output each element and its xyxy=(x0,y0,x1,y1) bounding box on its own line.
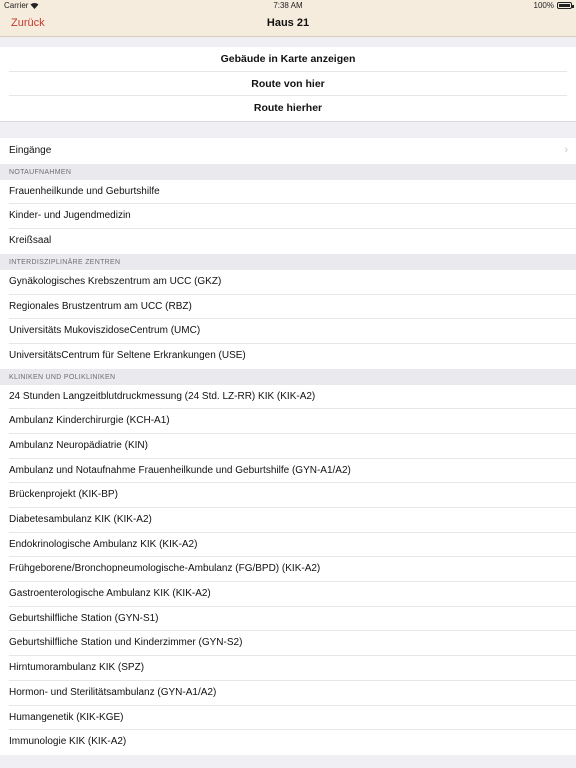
section-header: NOTAUFNAHMEN xyxy=(0,163,576,180)
entrances-label: Eingänge xyxy=(9,144,52,156)
list-item[interactable]: Kinder- und Jugendmedizin xyxy=(0,204,576,230)
list-item[interactable]: Hormon- und Sterilitätsambulanz (GYN-A1/… xyxy=(0,680,576,706)
chevron-right-icon: › xyxy=(564,143,568,156)
list-item[interactable]: Kreißsaal xyxy=(0,229,576,254)
list-item[interactable]: 24 Stunden Langzeitblutdruckmessung (24 … xyxy=(0,384,576,410)
battery-percent: 100% xyxy=(533,1,554,10)
list-item[interactable]: Immunologie KIK (KIK-A2) xyxy=(0,730,576,755)
section-header: KLINIKEN UND POLIKLINIKEN xyxy=(0,368,576,385)
content-scroll[interactable]: Gebäude in Karte anzeigen Route von hier R… xyxy=(0,37,576,768)
list-item[interactable]: Hirntumorambulanz KIK (SPZ) xyxy=(0,656,576,681)
list-item[interactable]: Frühgeborene/Bronchopneumologische-Ambul… xyxy=(0,557,576,583)
list-item[interactable]: Gynäkologisches Krebszentrum am UCC (GKZ… xyxy=(0,269,576,295)
list-item[interactable]: UniversitätsCentrum für Seltene Erkranku… xyxy=(0,343,576,369)
list-item[interactable]: Regionales Brustzentrum am UCC (RBZ) xyxy=(0,294,576,320)
entrances-row[interactable]: Eingänge › xyxy=(0,137,576,164)
action-button[interactable]: Route von hier xyxy=(9,72,567,97)
list-item[interactable]: Universitäts MukoviszidoseCentrum (UMC) xyxy=(0,319,576,344)
spacer xyxy=(0,37,576,47)
page-title: Haus 21 xyxy=(266,17,310,29)
list-item[interactable]: Ambulanz und Notaufnahme Frauenheilkunde… xyxy=(0,458,576,484)
action-button[interactable]: Gebäude in Karte anzeigen xyxy=(9,47,567,72)
list-item[interactable]: Ambulanz Neuropädiatrie (KIN) xyxy=(0,433,576,459)
list-item[interactable]: Geburtshilfliche Station und Kinderzimme… xyxy=(0,631,576,657)
list-item[interactable]: Humangenetik (KIK-KGE) xyxy=(0,705,576,731)
section-header: INTERDISZIPLINÄRE ZENTREN xyxy=(0,253,576,270)
action-button[interactable]: Route hierher xyxy=(9,96,567,121)
list-item[interactable]: Endokrinologische Ambulanz KIK (KIK-A2) xyxy=(0,532,576,558)
spacer xyxy=(0,120,576,138)
status-time: 7:38 AM xyxy=(273,1,303,10)
action-group: Gebäude in Karte anzeigen Route von hier R… xyxy=(0,47,576,121)
list-item[interactable]: Brückenprojekt (KIK-BP) xyxy=(0,483,576,509)
list-item[interactable]: Ambulanz Kinderchirurgie (KCH-A1) xyxy=(0,409,576,434)
list-item[interactable]: Gastroenterologische Ambulanz KIK (KIK-A… xyxy=(0,582,576,607)
sections: NOTAUFNAHMEN Frauenheilkunde und Geburtsh… xyxy=(0,163,576,755)
battery-icon xyxy=(557,2,574,9)
status-bar: Carrier 7:38 AM 100% xyxy=(0,0,576,12)
navigation-bar: Zurück Haus 21 xyxy=(0,12,576,37)
list-item[interactable]: Geburtshilfliche Station (GYN-S1) xyxy=(0,606,576,632)
list-item[interactable]: Diabetesambulanz KIK (KIK-A2) xyxy=(0,508,576,533)
list-item[interactable]: Frauenheilkunde und Geburtshilfe xyxy=(0,179,576,205)
